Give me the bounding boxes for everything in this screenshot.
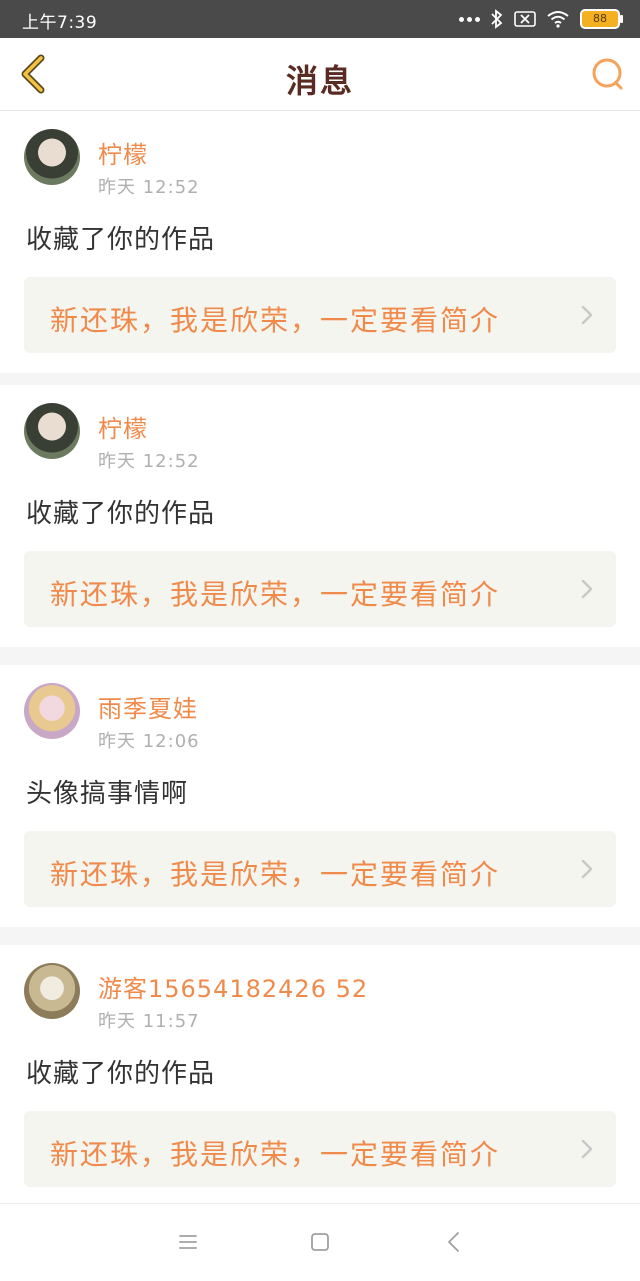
- bluetooth-icon: [491, 9, 503, 29]
- message-card: 雨季夏娃 昨天 12:06 头像搞事情啊 新还珠，我是欣荣，一定要看简介: [0, 665, 640, 927]
- message-card: 柠檬 昨天 12:52 收藏了你的作品 新还珠，我是欣荣，一定要看简介: [0, 111, 640, 373]
- work-link[interactable]: 新还珠，我是欣荣，一定要看简介: [24, 277, 616, 353]
- work-link[interactable]: 新还珠，我是欣荣，一定要看简介: [24, 1111, 616, 1187]
- timestamp: 昨天 11:57: [98, 1011, 200, 1032]
- header: 消息: [0, 38, 640, 111]
- timestamp: 昨天 12:06: [98, 731, 200, 752]
- message-card: 柠檬 昨天 12:52 收藏了你的作品 新还珠，我是欣荣，一定要看简介: [0, 385, 640, 647]
- message-text: 收藏了你的作品: [26, 225, 216, 255]
- username[interactable]: 柠檬: [98, 135, 148, 170]
- no-sim-icon: [514, 11, 536, 27]
- home-square-icon[interactable]: [306, 1228, 334, 1256]
- page-title: 消息: [285, 62, 354, 100]
- back-triangle-icon[interactable]: [440, 1228, 468, 1256]
- message-card: 游客15654182426 52 昨天 11:57 收藏了你的作品 新还珠，我是…: [0, 945, 640, 1207]
- username[interactable]: 柠檬: [98, 409, 148, 444]
- avatar[interactable]: [24, 129, 80, 185]
- more-dots-icon: [459, 16, 480, 22]
- message-text: 收藏了你的作品: [26, 499, 216, 529]
- avatar[interactable]: [24, 683, 80, 739]
- timestamp: 昨天 12:52: [98, 177, 200, 198]
- status-bar: 上午7:39 88: [0, 0, 640, 38]
- chevron-right-icon: [581, 859, 593, 879]
- work-title: 新还珠，我是欣荣，一定要看简介: [50, 304, 501, 337]
- search-icon[interactable]: [590, 56, 626, 92]
- message-text: 收藏了你的作品: [26, 1059, 216, 1089]
- work-link[interactable]: 新还珠，我是欣荣，一定要看简介: [24, 831, 616, 907]
- avatar[interactable]: [24, 403, 80, 459]
- system-nav-bar: [0, 1203, 640, 1281]
- work-title: 新还珠，我是欣荣，一定要看简介: [50, 1138, 501, 1171]
- wifi-icon: [547, 11, 569, 28]
- work-title: 新还珠，我是欣荣，一定要看简介: [50, 578, 501, 611]
- status-time: 上午7:39: [22, 13, 98, 33]
- work-link[interactable]: 新还珠，我是欣荣，一定要看简介: [24, 551, 616, 627]
- username[interactable]: 雨季夏娃: [98, 689, 198, 724]
- status-icons: 88: [459, 8, 623, 30]
- avatar[interactable]: [24, 963, 80, 1019]
- chevron-right-icon: [581, 1139, 593, 1159]
- chevron-right-icon: [581, 305, 593, 325]
- chevron-right-icon: [581, 579, 593, 599]
- menu-icon[interactable]: [174, 1228, 202, 1256]
- timestamp: 昨天 12:52: [98, 451, 200, 472]
- battery-icon: 88: [580, 9, 623, 29]
- work-title: 新还珠，我是欣荣，一定要看简介: [50, 858, 501, 891]
- message-text: 头像搞事情啊: [26, 779, 189, 809]
- username[interactable]: 游客15654182426 52: [98, 969, 368, 1004]
